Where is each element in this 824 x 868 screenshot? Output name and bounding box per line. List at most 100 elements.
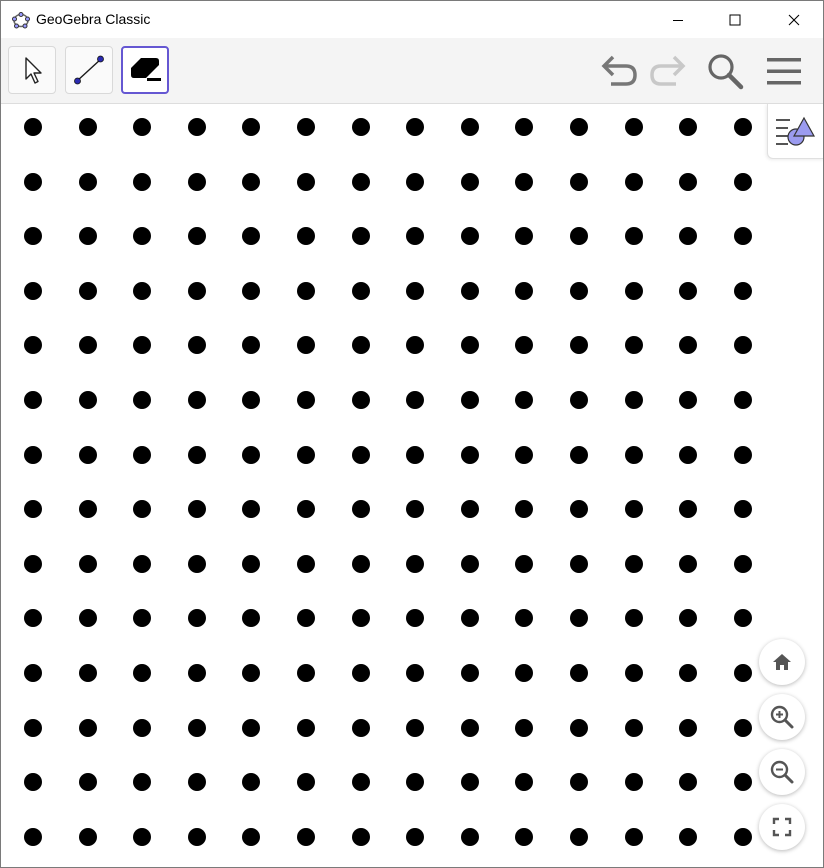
- point[interactable]: [460, 609, 479, 628]
- point[interactable]: [351, 281, 370, 300]
- point[interactable]: [133, 664, 152, 682]
- point[interactable]: [679, 336, 698, 355]
- style-bar-toggle[interactable]: [767, 104, 823, 159]
- point[interactable]: [133, 281, 152, 300]
- point[interactable]: [351, 554, 370, 573]
- point[interactable]: [24, 827, 42, 846]
- point[interactable]: [460, 281, 479, 300]
- point[interactable]: [515, 336, 534, 355]
- point[interactable]: [133, 118, 152, 136]
- point[interactable]: [406, 227, 425, 246]
- point[interactable]: [624, 609, 643, 628]
- point[interactable]: [679, 227, 698, 246]
- point[interactable]: [78, 554, 97, 573]
- point[interactable]: [515, 609, 534, 628]
- point[interactable]: [351, 172, 370, 191]
- point[interactable]: [133, 554, 152, 573]
- maximize-button[interactable]: [706, 1, 764, 38]
- point[interactable]: [297, 118, 315, 136]
- point[interactable]: [187, 445, 206, 464]
- point[interactable]: [24, 281, 42, 300]
- point[interactable]: [187, 281, 206, 300]
- point[interactable]: [406, 118, 425, 136]
- point[interactable]: [133, 445, 152, 464]
- point[interactable]: [733, 718, 752, 737]
- point[interactable]: [78, 718, 97, 737]
- point[interactable]: [460, 336, 479, 355]
- point[interactable]: [679, 391, 698, 409]
- point[interactable]: [460, 391, 479, 409]
- point[interactable]: [733, 554, 752, 573]
- point[interactable]: [24, 664, 42, 682]
- point[interactable]: [624, 773, 643, 792]
- point[interactable]: [570, 664, 588, 682]
- point[interactable]: [24, 773, 42, 792]
- point[interactable]: [351, 827, 370, 846]
- point[interactable]: [460, 554, 479, 573]
- point[interactable]: [733, 227, 752, 246]
- point[interactable]: [133, 827, 152, 846]
- point[interactable]: [679, 554, 698, 573]
- point[interactable]: [515, 391, 534, 409]
- point[interactable]: [133, 773, 152, 792]
- point[interactable]: [679, 281, 698, 300]
- point[interactable]: [242, 554, 261, 573]
- point[interactable]: [187, 609, 206, 628]
- point[interactable]: [187, 827, 206, 846]
- point[interactable]: [624, 336, 643, 355]
- point[interactable]: [515, 554, 534, 573]
- point[interactable]: [78, 118, 97, 136]
- point[interactable]: [78, 664, 97, 682]
- point[interactable]: [624, 554, 643, 573]
- point[interactable]: [242, 609, 261, 628]
- point[interactable]: [733, 172, 752, 191]
- point[interactable]: [460, 227, 479, 246]
- point[interactable]: [297, 554, 315, 573]
- point[interactable]: [242, 445, 261, 464]
- point[interactable]: [570, 118, 588, 136]
- point[interactable]: [351, 773, 370, 792]
- point[interactable]: [24, 227, 42, 246]
- point[interactable]: [24, 500, 42, 519]
- point[interactable]: [515, 172, 534, 191]
- search-button[interactable]: [704, 50, 746, 92]
- point[interactable]: [570, 227, 588, 246]
- point[interactable]: [624, 500, 643, 519]
- point[interactable]: [24, 391, 42, 409]
- point[interactable]: [133, 718, 152, 737]
- point[interactable]: [570, 500, 588, 519]
- point[interactable]: [78, 172, 97, 191]
- delete-tool[interactable]: [121, 46, 169, 94]
- point[interactable]: [624, 827, 643, 846]
- point[interactable]: [351, 227, 370, 246]
- point[interactable]: [242, 500, 261, 519]
- point[interactable]: [515, 281, 534, 300]
- point[interactable]: [624, 227, 643, 246]
- point[interactable]: [242, 336, 261, 355]
- point[interactable]: [624, 118, 643, 136]
- point[interactable]: [406, 554, 425, 573]
- point[interactable]: [78, 827, 97, 846]
- point[interactable]: [679, 500, 698, 519]
- point[interactable]: [297, 609, 315, 628]
- point[interactable]: [570, 773, 588, 792]
- point[interactable]: [24, 118, 42, 136]
- point[interactable]: [624, 172, 643, 191]
- point[interactable]: [242, 227, 261, 246]
- point[interactable]: [733, 118, 752, 136]
- graphics-view[interactable]: [1, 104, 823, 867]
- point[interactable]: [679, 445, 698, 464]
- point[interactable]: [406, 609, 425, 628]
- point[interactable]: [406, 391, 425, 409]
- point[interactable]: [187, 172, 206, 191]
- segment-tool[interactable]: [65, 46, 113, 94]
- point[interactable]: [351, 445, 370, 464]
- point[interactable]: [242, 391, 261, 409]
- point[interactable]: [460, 500, 479, 519]
- point[interactable]: [733, 336, 752, 355]
- point[interactable]: [570, 336, 588, 355]
- point[interactable]: [78, 227, 97, 246]
- point[interactable]: [570, 281, 588, 300]
- point[interactable]: [133, 227, 152, 246]
- point[interactable]: [679, 718, 698, 737]
